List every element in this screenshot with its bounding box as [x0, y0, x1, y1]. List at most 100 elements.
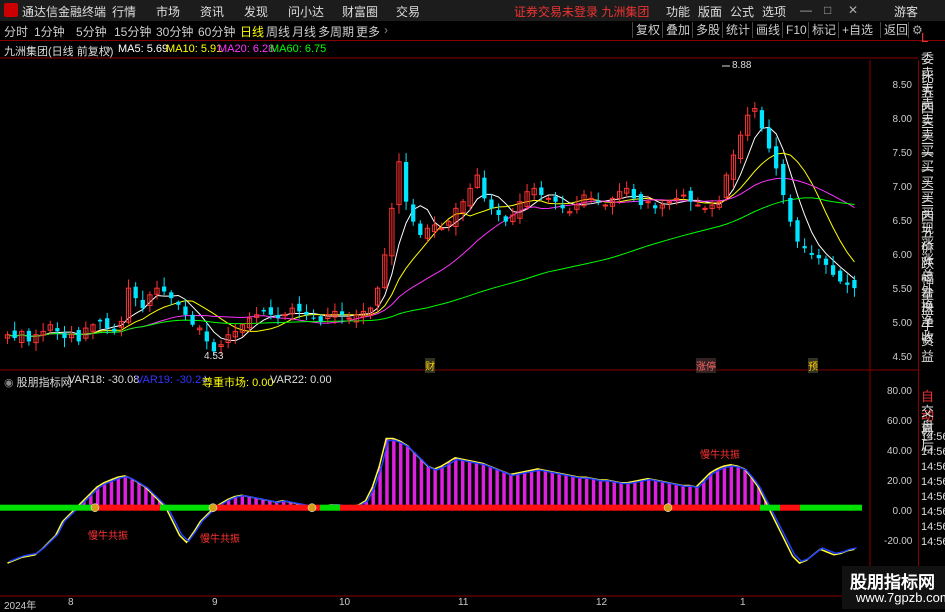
limit-up-marker[interactable]: 涨停 — [696, 358, 716, 373]
indicator-bar — [392, 438, 396, 508]
candle-body — [97, 319, 103, 322]
price-tick-600: 6.00 — [892, 250, 912, 261]
candle-body — [26, 330, 32, 342]
indicator-bar — [412, 452, 417, 508]
candle-body — [830, 265, 836, 275]
candle-body — [411, 204, 416, 222]
candle-body — [788, 197, 793, 222]
candle-body — [339, 311, 345, 315]
ma5-line — [7, 126, 855, 342]
candle-body — [688, 190, 693, 202]
coin-icon — [307, 503, 317, 512]
candle-body — [816, 254, 821, 259]
side-panel-time-item: 14:56 — [921, 536, 945, 548]
candle-body — [346, 317, 352, 320]
candle-body — [838, 270, 843, 282]
indicator-bar — [419, 459, 424, 508]
indicator-bar — [681, 485, 685, 508]
indicator-bar — [447, 462, 451, 508]
indicator-bar — [488, 466, 492, 508]
indicator-bar — [529, 470, 534, 508]
x-tick-oct: 10 — [339, 597, 351, 608]
indicator-bar — [660, 481, 665, 508]
candle-body — [439, 227, 445, 230]
candle-body — [545, 197, 552, 200]
ma10-label: MA10: 5.91 — [166, 43, 223, 55]
signal-segment — [0, 504, 95, 511]
dropdown-icon[interactable]: ▼ — [104, 45, 113, 55]
zunzhong-label: 尊重市场: 0.00 — [202, 377, 274, 389]
indicator-bar — [137, 482, 141, 508]
ind-tick-60: 60.00 — [886, 416, 912, 427]
signal-segment — [95, 504, 160, 511]
finance-marker[interactable]: 财 — [425, 358, 435, 373]
candle-body — [482, 177, 487, 199]
candle-body — [666, 201, 673, 204]
indicator-bar — [605, 480, 610, 508]
indicator-bar — [653, 480, 658, 508]
indicator-bar — [722, 466, 727, 508]
candle-body — [759, 110, 765, 129]
candle-body — [133, 286, 138, 299]
indicator-bar — [640, 480, 644, 508]
candle-body — [297, 303, 302, 312]
chart-canvas[interactable] — [0, 0, 945, 609]
ind-tick-neg20: -20.00 — [884, 536, 913, 547]
indicator-bar — [571, 475, 575, 508]
candlesticks — [4, 65, 857, 356]
indicator-bar — [509, 474, 513, 508]
indicator-bar — [646, 478, 651, 508]
side-panel-time-item: 14:56 — [921, 491, 945, 503]
candle-body — [588, 197, 594, 200]
stock-name: 九洲集团(日线 前复权) — [4, 46, 114, 58]
indicator-bar — [708, 473, 713, 508]
indicator-bar — [405, 445, 410, 508]
side-panel-time-item: 14:56 — [921, 446, 945, 458]
indicator-bar — [543, 470, 548, 508]
forecast-marker[interactable]: 预 — [808, 358, 818, 373]
candle-body — [602, 204, 608, 207]
indicator-bar — [522, 471, 527, 508]
candle-body — [112, 328, 117, 332]
side-panel-time-item: 14:56 — [921, 506, 945, 518]
settings-icon[interactable]: ◉ — [4, 377, 14, 389]
candle-body — [55, 328, 60, 332]
x-tick-sep: 9 — [212, 597, 218, 608]
candle-body — [105, 318, 110, 329]
watermark-logo: 股朋指标网 www.7gpzb.com — [842, 566, 945, 609]
indicator-bar — [584, 477, 589, 508]
indicator-bar — [109, 480, 114, 508]
high-price-label: 8.88 — [732, 60, 752, 71]
ma20-label: MA20: 6.28 — [218, 43, 275, 55]
candle-body — [638, 194, 644, 206]
candle-body — [211, 342, 217, 352]
indicator-bar — [399, 441, 403, 508]
side-panel-item: L — [921, 30, 929, 45]
signal-segment — [760, 504, 780, 511]
price-tick-800: 8.00 — [892, 114, 912, 125]
candle-body — [653, 205, 658, 209]
candle-body — [62, 333, 67, 339]
indicator-bar — [736, 466, 740, 508]
signal-segment — [320, 504, 340, 511]
ma60-label: MA60: 6.75 — [270, 43, 327, 55]
indicator-bar — [598, 480, 603, 508]
indicator-title: 股朋指标网 — [16, 377, 72, 389]
indicator-bar — [557, 473, 561, 508]
candle-body — [311, 317, 316, 319]
candle-body — [418, 223, 423, 235]
indicator-bar — [564, 474, 568, 508]
signal-segment — [780, 504, 800, 511]
candle-body — [261, 309, 266, 312]
ma60-line — [7, 197, 855, 337]
ma-lines — [7, 126, 855, 342]
var19-label: VAR19: -30.24 — [136, 374, 208, 386]
indicator-bar — [715, 468, 720, 508]
var18-label: VAR18: -30.08 — [68, 374, 140, 386]
ma10-line — [7, 152, 855, 337]
candle-body — [204, 331, 209, 342]
indicator-bar — [495, 468, 499, 508]
ind-tick-20: 20.00 — [886, 476, 912, 487]
indicator-bar — [426, 466, 430, 508]
x-tick-dec: 12 — [596, 597, 608, 608]
